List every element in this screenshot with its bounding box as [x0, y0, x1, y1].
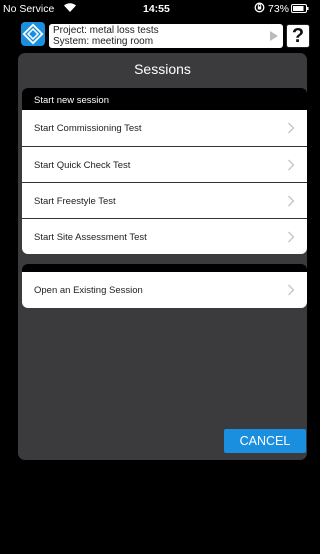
new-session-list: Start Commissioning Test Start Quick Che…	[22, 110, 307, 254]
list-item-open-existing-session[interactable]: Open an Existing Session	[22, 272, 307, 308]
chevron-right-icon	[288, 284, 295, 296]
app-logo-icon[interactable]	[21, 22, 45, 46]
existing-session-list: Open an Existing Session	[22, 272, 307, 308]
project-name: Project: metal loss tests	[53, 25, 159, 36]
list-item-label: Start Freestyle Test	[34, 196, 116, 207]
chevron-right-icon	[288, 195, 295, 207]
system-name: System: meeting room	[53, 35, 154, 47]
panel-title: Sessions	[134, 61, 191, 77]
carrier-label: No Service	[3, 3, 55, 15]
list-item-label: Start Site Assessment Test	[34, 232, 147, 243]
help-button[interactable]: ?	[286, 24, 310, 48]
clock: 14:55	[143, 3, 170, 15]
list-item-label: Start Quick Check Test	[34, 160, 131, 171]
cancel-button[interactable]: CANCEL	[224, 429, 306, 453]
list-item-label: Start Commissioning Test	[34, 123, 142, 134]
existing-session-section-header	[22, 264, 307, 272]
chevron-right-icon	[288, 159, 295, 171]
list-item-start-site-assessment-test[interactable]: Start Site Assessment Test	[22, 218, 307, 254]
list-item-start-commissioning-test[interactable]: Start Commissioning Test	[22, 110, 307, 146]
list-item-start-quick-check-test[interactable]: Start Quick Check Test	[22, 146, 307, 182]
rotation-lock-icon	[254, 2, 265, 13]
chevron-right-icon	[288, 122, 295, 134]
status-bar: No Service 14:55 73%	[0, 0, 312, 18]
play-arrow-icon	[270, 31, 278, 41]
battery-icon	[291, 4, 309, 13]
list-item-start-freestyle-test[interactable]: Start Freestyle Test	[22, 182, 307, 218]
wifi-icon	[64, 3, 76, 12]
list-item-label: Open an Existing Session	[34, 285, 143, 296]
new-session-section-header: Start new session	[22, 88, 307, 110]
battery-percent: 73%	[268, 3, 290, 15]
chevron-right-icon	[288, 231, 295, 243]
project-selector[interactable]: Project: metal loss tests System: meetin…	[49, 24, 283, 48]
